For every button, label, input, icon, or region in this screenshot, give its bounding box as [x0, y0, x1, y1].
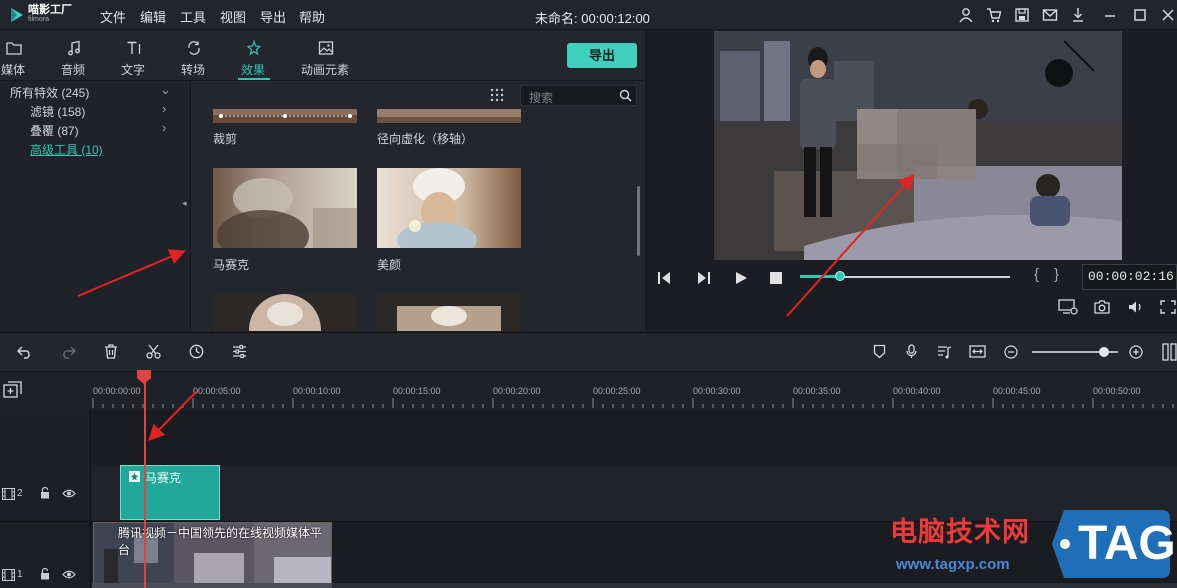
watermark-tag-text: TAG: [1078, 517, 1176, 570]
annotation-arrows: [77, 174, 915, 441]
annotation-arrow-preview: [786, 174, 915, 317]
annotation-arrow-playhead: [148, 391, 197, 441]
annotation-arrow-mosaic: [77, 249, 186, 297]
watermark-tag-logo: TAG: [1050, 508, 1176, 580]
watermark-title: 电脑技术网: [890, 517, 1030, 547]
watermark-url: www.tagxp.com: [896, 556, 1010, 573]
